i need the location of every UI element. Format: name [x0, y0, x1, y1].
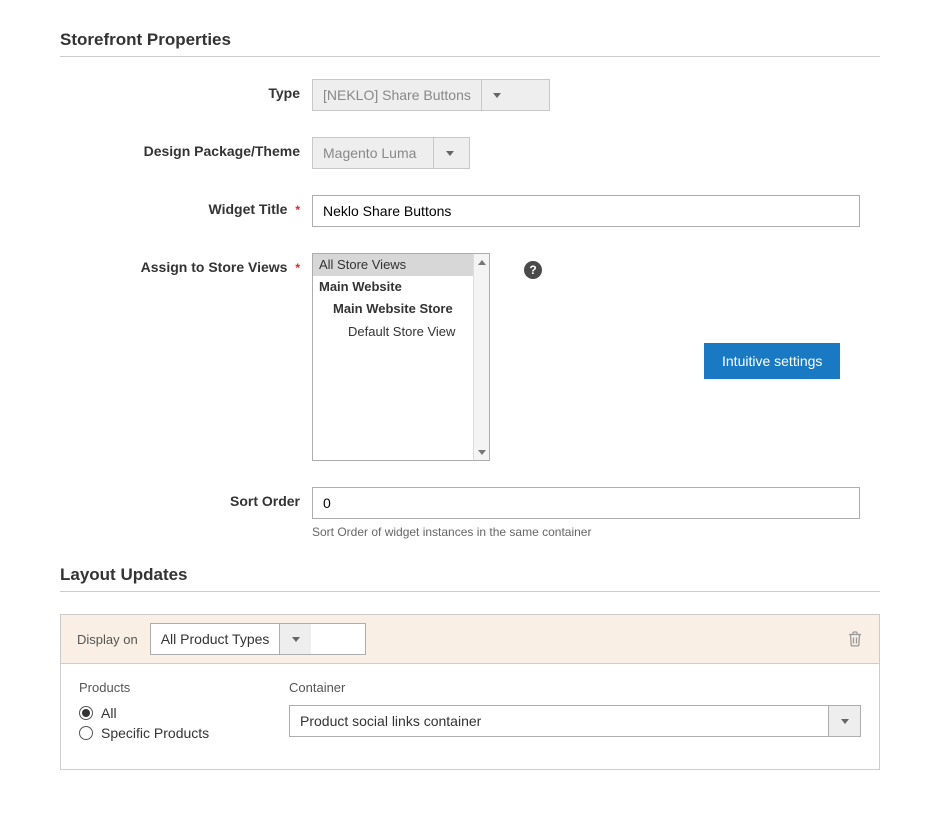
divider [60, 56, 880, 57]
type-label: Type [60, 79, 300, 101]
store-views-option[interactable]: Default Store View [313, 321, 489, 343]
type-select-value: [NEKLO] Share Buttons [313, 80, 481, 110]
intuitive-settings-callout[interactable]: Intuitive settings [704, 343, 840, 379]
radio-icon [79, 726, 93, 740]
scroll-down-icon[interactable] [474, 444, 489, 460]
layout-update-card: Display on All Product Types Products [60, 614, 880, 770]
products-radio-specific-label: Specific Products [101, 725, 209, 741]
sort-order-note: Sort Order of widget instances in the sa… [312, 525, 880, 539]
widget-title-label-text: Widget Title [208, 201, 287, 217]
products-radio-all-label: All [101, 705, 117, 721]
widget-title-input[interactable] [312, 195, 860, 227]
type-select: [NEKLO] Share Buttons [312, 79, 550, 111]
store-views-multiselect[interactable]: All Store Views Main Website Main Websit… [312, 253, 490, 461]
products-heading: Products [79, 680, 229, 695]
sort-order-label: Sort Order [60, 487, 300, 509]
store-views-label: Assign to Store Views * [60, 253, 300, 275]
chevron-down-icon [279, 624, 311, 654]
trash-icon[interactable] [847, 630, 863, 648]
chevron-down-icon [481, 80, 513, 110]
required-glyph: * [295, 261, 300, 275]
container-select[interactable]: Product social links container [289, 705, 861, 737]
widget-title-label: Widget Title * [60, 195, 300, 217]
products-radio-all[interactable]: All [79, 705, 229, 721]
theme-select: Magento Luma [312, 137, 470, 169]
sort-order-input[interactable] [312, 487, 860, 519]
theme-label: Design Package/Theme [60, 137, 300, 159]
store-views-option[interactable]: Main Website Store [313, 298, 489, 320]
display-on-value: All Product Types [151, 624, 280, 654]
scroll-up-icon[interactable] [474, 254, 489, 270]
display-on-select[interactable]: All Product Types [150, 623, 366, 655]
layout-updates-heading: Layout Updates [60, 565, 880, 585]
divider [60, 591, 880, 592]
products-radio-specific[interactable]: Specific Products [79, 725, 229, 741]
radio-icon [79, 706, 93, 720]
display-on-label: Display on [77, 632, 138, 647]
container-heading: Container [289, 680, 861, 695]
scrollbar[interactable] [473, 254, 489, 460]
theme-select-value: Magento Luma [313, 138, 433, 168]
storefront-heading: Storefront Properties [60, 30, 880, 50]
store-views-option[interactable]: Main Website [313, 276, 489, 298]
store-views-option[interactable]: All Store Views [313, 254, 489, 276]
help-icon[interactable]: ? [524, 261, 542, 279]
chevron-down-icon [828, 706, 860, 736]
container-select-value: Product social links container [290, 706, 828, 736]
chevron-down-icon [433, 138, 465, 168]
required-glyph: * [295, 203, 300, 217]
store-views-label-text: Assign to Store Views [141, 259, 288, 275]
